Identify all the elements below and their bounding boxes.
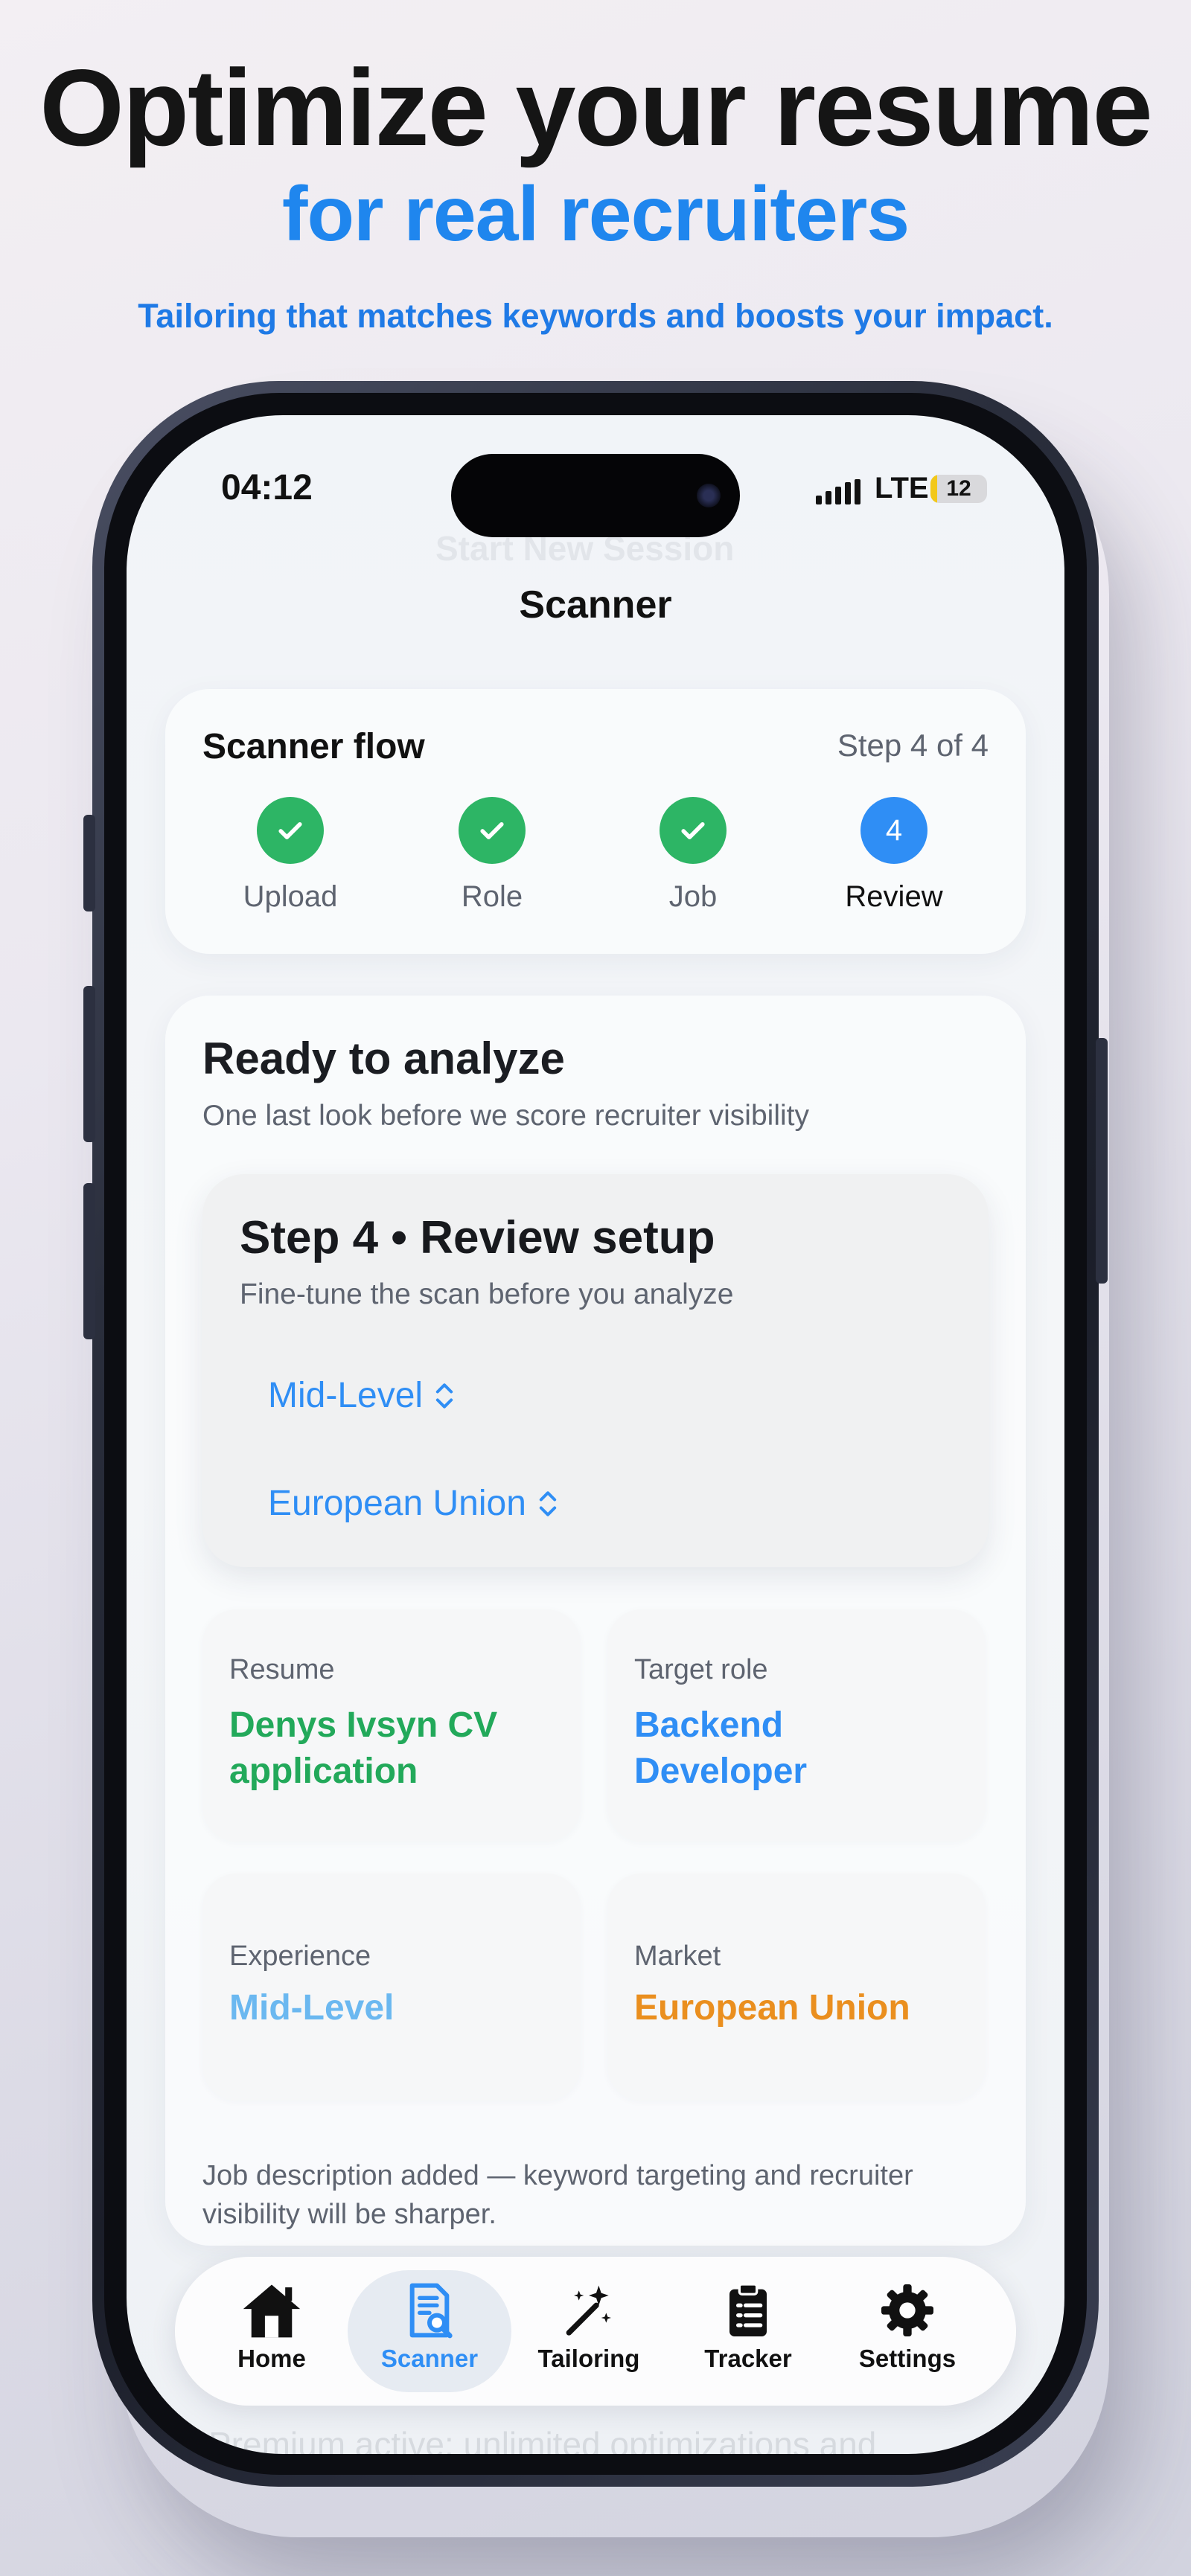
page-title: Scanner bbox=[519, 583, 672, 627]
signal-bars-icon bbox=[816, 479, 860, 504]
tile-value: Denys Ivsyn CV application bbox=[229, 1705, 498, 1791]
tab-label: Tracker bbox=[704, 2345, 792, 2372]
scanner-document-icon bbox=[409, 2283, 453, 2339]
step-role[interactable]: Role bbox=[418, 797, 566, 914]
experience-picker-value: Mid-Level bbox=[268, 1376, 424, 1415]
hero-title: Optimize your resume bbox=[39, 47, 1152, 168]
checkmark-icon bbox=[459, 797, 526, 864]
tab-label: Scanner bbox=[380, 2345, 479, 2372]
tab-label: Home bbox=[237, 2345, 306, 2372]
network-label: LTE bbox=[875, 472, 929, 504]
step-label: Job bbox=[668, 880, 718, 913]
camera-icon bbox=[697, 484, 721, 507]
volume-up-button bbox=[83, 986, 95, 1142]
step-job[interactable]: Job bbox=[619, 797, 767, 914]
tile-label: Target role bbox=[634, 1654, 768, 1685]
tab-tailoring[interactable]: Tailoring bbox=[507, 2270, 671, 2392]
tab-settings[interactable]: Settings bbox=[826, 2270, 989, 2392]
scanner-flow-card: Scanner flow Step 4 of 4 Upload Role Job… bbox=[165, 689, 1026, 954]
experience-picker[interactable]: Mid-Level bbox=[268, 1375, 456, 1416]
tab-bar: Home Scanner Tailoring Tracker Settings bbox=[175, 2257, 1016, 2406]
magic-wand-icon bbox=[566, 2285, 611, 2336]
summary-tile-target-role: Target role Backend Developer bbox=[607, 1609, 986, 1842]
step-indicator: Step 4 of 4 bbox=[837, 728, 989, 763]
market-picker[interactable]: European Union bbox=[268, 1483, 559, 1524]
gear-icon bbox=[881, 2284, 933, 2336]
action-button bbox=[83, 815, 95, 911]
tile-value: Mid-Level bbox=[229, 1988, 395, 2028]
tab-tracker[interactable]: Tracker bbox=[666, 2270, 830, 2392]
step-review[interactable]: 4 Review bbox=[820, 797, 968, 914]
battery-level: 12 bbox=[946, 476, 971, 501]
section-title: Ready to analyze bbox=[202, 1034, 565, 1083]
review-title: Step 4 • Review setup bbox=[240, 1212, 715, 1263]
tab-label: Tailoring bbox=[537, 2345, 640, 2372]
tab-scanner[interactable]: Scanner bbox=[348, 2270, 511, 2392]
step-number-badge: 4 bbox=[860, 797, 927, 864]
clipboard-list-icon bbox=[729, 2283, 767, 2336]
status-time: 04:12 bbox=[221, 468, 313, 507]
section-subtitle: One last look before we score recruiter … bbox=[202, 1100, 809, 1132]
hero-subtitle: for real recruiters bbox=[281, 171, 910, 257]
tile-value: Backend Developer bbox=[634, 1705, 808, 1791]
chevron-up-down-icon bbox=[539, 1490, 557, 1516]
tile-label: Market bbox=[634, 1941, 721, 1972]
step-label: Upload bbox=[243, 880, 338, 913]
tab-label: Settings bbox=[858, 2345, 957, 2372]
summary-tile-resume: Resume Denys Ivsyn CV application bbox=[202, 1609, 581, 1842]
step-label: Review bbox=[845, 880, 943, 913]
tile-label: Experience bbox=[229, 1941, 371, 1972]
home-icon bbox=[243, 2284, 301, 2338]
summary-tile-market: Market European Union bbox=[607, 1874, 986, 2101]
review-setup-panel: Step 4 • Review setup Fine-tune the scan… bbox=[202, 1174, 989, 1567]
checkmark-icon bbox=[257, 797, 324, 864]
phone-screen: Start New Session 04:12 LTE 12 Scanner S… bbox=[127, 415, 1064, 2454]
market-picker-value: European Union bbox=[268, 1484, 526, 1523]
summary-tile-experience: Experience Mid-Level bbox=[202, 1874, 581, 2101]
chevron-up-down-icon bbox=[435, 1382, 453, 1409]
job-description-note: Job description added — keyword targetin… bbox=[202, 2160, 913, 2230]
step-label: Role bbox=[461, 880, 523, 913]
analyze-card: Ready to analyze One last look before we… bbox=[165, 996, 1026, 2246]
step-upload[interactable]: Upload bbox=[216, 797, 365, 914]
dynamic-island bbox=[451, 454, 740, 537]
power-button bbox=[1096, 1038, 1108, 1284]
tab-home[interactable]: Home bbox=[190, 2270, 354, 2392]
hero-tagline: Tailoring that matches keywords and boos… bbox=[138, 297, 1053, 335]
tile-label: Resume bbox=[229, 1654, 335, 1685]
flow-title: Scanner flow bbox=[202, 727, 425, 766]
tile-value: European Union bbox=[634, 1988, 910, 2028]
checkmark-icon bbox=[660, 797, 727, 864]
ghost-premium-note: Premium active: unlimited optimizations … bbox=[208, 2425, 877, 2454]
battery-icon: 12 bbox=[930, 475, 987, 503]
review-subtitle: Fine-tune the scan before you analyze bbox=[240, 1278, 734, 1310]
volume-down-button bbox=[83, 1183, 95, 1339]
